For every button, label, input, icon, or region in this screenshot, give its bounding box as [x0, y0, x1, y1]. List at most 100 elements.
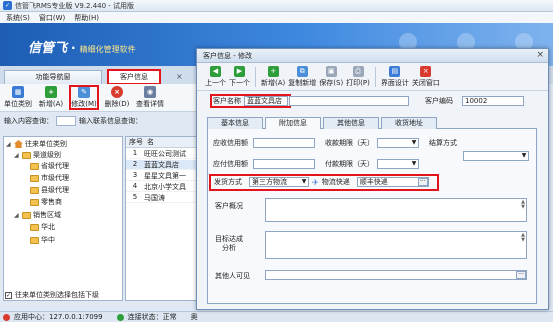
customer-name-label: 客户名称: [213, 97, 241, 105]
copy-add-button[interactable]: ⧉ 复制新增: [288, 65, 316, 88]
contact-search-label: 输入联系信息查询：: [79, 117, 142, 125]
tree-leaf-north[interactable]: 华北: [30, 222, 55, 232]
table-row[interactable]: 2 蓝蓝文具店: [126, 160, 199, 170]
layout-design-button[interactable]: ▤ 界面设计: [381, 65, 409, 88]
folder-icon: [30, 198, 39, 206]
collapse-icon[interactable]: ◢: [14, 212, 20, 219]
dialog-add-button[interactable]: + 新增(A): [261, 65, 286, 88]
brand-dot: ·: [71, 41, 76, 55]
window-titlebar: ✓ 信管飞RMS专业版 V9.2.440 - 试用版: [0, 0, 553, 12]
toolbar-separator: [255, 66, 256, 87]
tab-basic-info[interactable]: 基本信息: [207, 117, 263, 129]
delete-button[interactable]: × 删除(D): [103, 86, 131, 109]
column-header-name[interactable]: 名: [144, 137, 154, 147]
chevron-down-icon: ▼: [301, 178, 307, 185]
tree-node-channel[interactable]: ◢ 渠道级别: [14, 150, 61, 160]
include-sub-checkbox-row: ✓ 往来单位类别选择包括下级: [5, 290, 99, 300]
prev-label: 上一个: [205, 78, 226, 87]
delete-icon: ×: [111, 86, 123, 98]
collapse-icon[interactable]: ◢: [14, 152, 20, 159]
edit-icon: ✎: [78, 86, 90, 98]
others-visible-input[interactable]: ···: [265, 270, 527, 280]
receivable-group: 应收信用额: [213, 138, 315, 148]
customer-code-input[interactable]: 10002: [462, 96, 524, 106]
customer-name-group: 客户名称 蓝蓝文具店: [210, 94, 291, 108]
more-icon[interactable]: ···: [417, 178, 428, 186]
others-visible-label: 其他人可见: [215, 272, 250, 280]
search-row: 输入内容查询： 输入联系信息查询：: [0, 114, 200, 128]
pay-period-group: 付款期限（天） ▼: [325, 159, 419, 169]
pay-period-select[interactable]: ▼: [377, 159, 419, 169]
tree-root[interactable]: ◢ 往来单位类别: [6, 139, 67, 149]
category-button[interactable]: ▦ 单位类别: [4, 86, 32, 109]
column-header-no[interactable]: 序号: [126, 137, 144, 147]
logistics-input[interactable]: 顺丰快递 ···: [356, 177, 429, 187]
folder-icon: [30, 223, 39, 231]
tab-customer-info[interactable]: 客户信息: [107, 69, 161, 85]
target-textarea[interactable]: ▲ ▼: [265, 231, 527, 259]
tree-node-region[interactable]: ◢ 销售区域: [14, 210, 61, 220]
tree-leaf-city[interactable]: 市级代理: [30, 173, 69, 183]
receivable-input[interactable]: [253, 138, 315, 148]
folder-icon: [22, 211, 31, 219]
tree-leaf-provincial[interactable]: 省级代理: [30, 161, 69, 171]
add-button[interactable]: + 新增(A): [37, 86, 65, 109]
customer-name-extension[interactable]: [289, 96, 409, 106]
print-button[interactable]: ⎙ 打印(P): [346, 65, 370, 88]
ship-method-select[interactable]: 第三方物流 ▼: [249, 177, 309, 187]
tab-function-navigation[interactable]: 功能导航窗: [4, 70, 102, 84]
close-window-button[interactable]: × 关闭窗口: [412, 65, 440, 88]
edit-button[interactable]: ✎ 修改(M): [69, 85, 99, 110]
receivable-label: 应收信用额: [213, 139, 248, 147]
save-button[interactable]: ▣ 保存(S): [319, 65, 344, 88]
table-row[interactable]: 3 星星文具第一: [126, 171, 199, 181]
menu-window[interactable]: 窗口(W): [39, 13, 65, 23]
prev-button[interactable]: ◀ 上一个: [205, 65, 226, 88]
table-row[interactable]: 4 北京小学文具: [126, 182, 199, 192]
overview-textarea[interactable]: ▲ ▼: [265, 198, 527, 222]
content-search-input[interactable]: [56, 116, 76, 126]
settle-select[interactable]: ▼: [463, 151, 529, 161]
content-search-label: 输入内容查询：: [4, 117, 53, 125]
payable-input[interactable]: [253, 159, 315, 169]
tab-close-icon[interactable]: ×: [176, 72, 183, 81]
tree-leaf-retailer[interactable]: 零售商: [30, 197, 62, 207]
layout-icon: ▤: [389, 65, 401, 77]
dialog-close-icon[interactable]: ×: [536, 50, 544, 60]
include-sub-checkbox[interactable]: ✓: [5, 291, 12, 299]
status-extra: 奥: [190, 313, 198, 321]
tree-leaf-county[interactable]: 县级代理: [30, 185, 69, 195]
tab-other-info[interactable]: 其他信息: [323, 117, 379, 129]
close-window-icon: ×: [420, 65, 432, 77]
target-label: 目标达成 分析: [215, 235, 243, 253]
collect-period-select[interactable]: ▼: [377, 138, 419, 148]
table-row[interactable]: 1 旺旺公司测试: [126, 149, 199, 159]
overview-label: 客户概况: [215, 202, 243, 210]
truck-icon: ✈: [312, 177, 319, 187]
logistics-group: ✈ 物流快递 顺丰快递 ···: [312, 177, 429, 187]
scroll-arrows-icon[interactable]: ▲ ▼: [521, 233, 525, 243]
table-row[interactable]: 5 马国涛: [126, 193, 199, 203]
dialog-subtabs: 基本信息 附加信息 其他信息 收货地址: [207, 117, 537, 130]
row-name: 蓝蓝文具店: [144, 161, 179, 169]
collapse-icon[interactable]: ◢: [6, 141, 12, 148]
customer-name-input[interactable]: 蓝蓝文具店: [244, 96, 288, 106]
more-icon[interactable]: ···: [516, 271, 526, 279]
tree-leaf-label: 华中: [41, 236, 55, 244]
edit-label: 修改(M): [71, 100, 97, 108]
row-name: 马国涛: [144, 194, 165, 202]
tree-leaf-central[interactable]: 华中: [30, 235, 55, 245]
menu-system[interactable]: 系统(S): [6, 13, 30, 23]
toolbar-separator: [374, 66, 376, 87]
dialog-add-label: 新增(A): [261, 78, 286, 87]
tab-shipping-address[interactable]: 收货地址: [381, 117, 437, 129]
customer-grid: 序号 名 1 旺旺公司测试 2 蓝蓝文具店 3 星星文具第一 4 北京小学文具 …: [125, 136, 200, 301]
folder-icon: [30, 162, 39, 170]
scroll-arrows-icon[interactable]: ▲ ▼: [521, 200, 525, 210]
tree-leaf-label: 县级代理: [41, 186, 69, 194]
save-label: 保存(S): [319, 78, 344, 87]
print-label: 打印(P): [346, 78, 370, 87]
menu-help[interactable]: 帮助(H): [74, 13, 99, 23]
view-details-button[interactable]: ◉ 查看详情: [136, 86, 164, 109]
next-button[interactable]: ▶ 下一个: [229, 65, 250, 88]
